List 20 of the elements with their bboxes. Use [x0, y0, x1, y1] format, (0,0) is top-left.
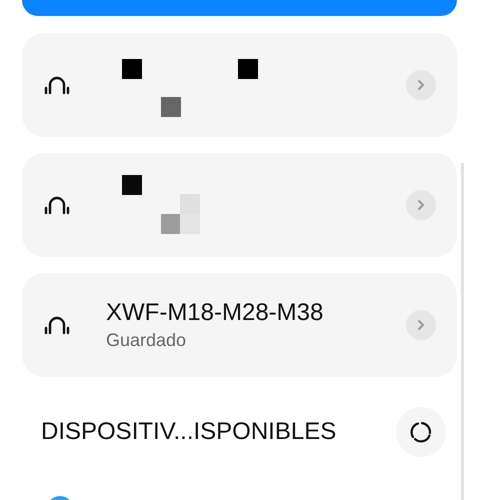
details-button[interactable]: [406, 190, 436, 220]
details-button[interactable]: [406, 310, 436, 340]
redaction-block: [122, 175, 142, 195]
chevron-icon: [417, 319, 425, 331]
redaction-block: [180, 194, 200, 214]
details-button[interactable]: [406, 70, 436, 100]
redaction-block: [161, 97, 181, 117]
device-name: XWF-M18-M28-M38: [106, 298, 324, 328]
refresh-icon: [409, 420, 433, 444]
redaction-block: [180, 214, 200, 234]
redaction-block: [238, 59, 258, 79]
device-card[interactable]: XWF-M18-M28-M38 Guardado: [22, 273, 457, 377]
refresh-button[interactable]: [396, 407, 446, 457]
redaction-block: [122, 59, 142, 79]
device-card[interactable]: [22, 33, 457, 137]
section-title: DISPOSITIV...ISPONIBLES: [41, 417, 336, 447]
chevron-icon: [417, 199, 425, 211]
redaction-block: [161, 214, 181, 234]
device-status: Guardado: [106, 329, 188, 352]
chevron-icon: [417, 79, 425, 91]
